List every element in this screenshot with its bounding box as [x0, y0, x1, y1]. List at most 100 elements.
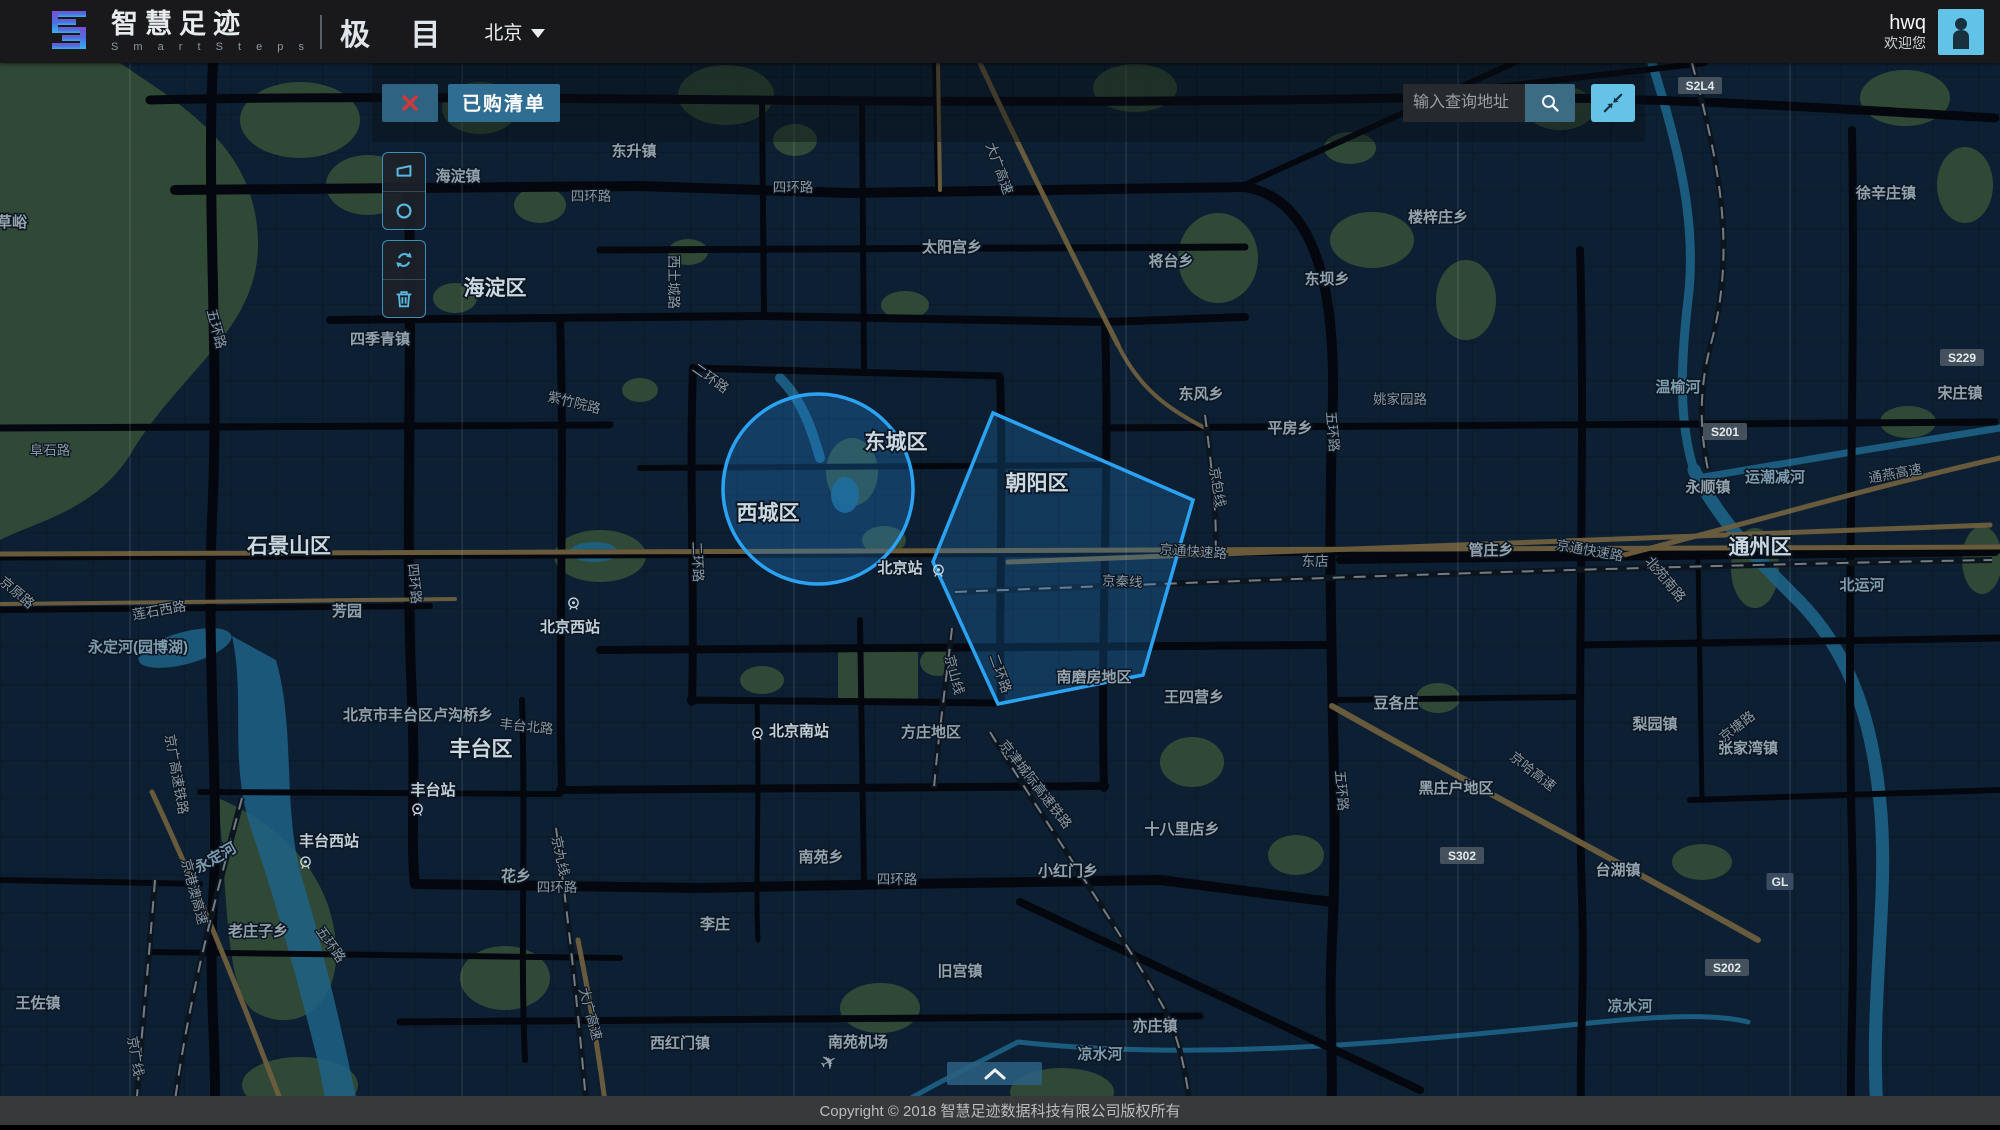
- footer: Copyright © 2018 智慧足迹数据科技有限公司版权所有: [0, 1096, 2000, 1125]
- draw-polygon-button[interactable]: [383, 153, 425, 191]
- map-label: 凉水河: [1607, 997, 1652, 1015]
- map-label: 四季青镇: [350, 330, 410, 348]
- polygon-draw-icon: [393, 161, 415, 183]
- map-label: 老庄子乡: [227, 922, 288, 940]
- road-badge: GL: [1767, 873, 1794, 890]
- circle-selection[interactable]: [723, 394, 913, 584]
- search-button[interactable]: [1525, 84, 1575, 122]
- map-label: 楼梓庄乡: [1408, 208, 1468, 226]
- product-title: 极 目: [340, 10, 456, 54]
- map-label: 二环路: [689, 541, 705, 582]
- expand-bottom-panel-button[interactable]: [947, 1062, 1042, 1085]
- map-label: 东风乡: [1178, 385, 1223, 403]
- map-label: 温榆河: [1655, 378, 1700, 396]
- road-badge: S2L4: [1678, 77, 1722, 94]
- smartsteps-logo-icon: [45, 8, 93, 56]
- map-label: 丰台站: [410, 781, 455, 799]
- trash-icon: [393, 288, 415, 310]
- draw-circle-button[interactable]: [383, 191, 425, 229]
- brand-name-cn: 智慧足迹: [111, 11, 310, 38]
- map-label: 豆各庄: [1373, 694, 1418, 712]
- map-label: 太阳宫乡: [922, 238, 982, 256]
- purchased-list-button[interactable]: 已购清单: [448, 84, 560, 122]
- map-label: 北京市丰台区卢沟桥乡: [343, 706, 493, 724]
- refresh-icon: [393, 249, 415, 271]
- search-icon: [1540, 93, 1560, 113]
- svg-text:S2L4: S2L4: [1686, 79, 1715, 93]
- map-label: 南苑机场: [828, 1033, 888, 1051]
- map-toolbar-panel: 已购清单: [372, 63, 1645, 142]
- svg-text:S202: S202: [1713, 961, 1741, 975]
- map-label: 丰台西站: [299, 832, 359, 850]
- map-label: 北京西站: [540, 618, 600, 636]
- map-label: 草峪: [0, 213, 28, 231]
- svg-text:S229: S229: [1948, 351, 1976, 365]
- map-label: 四环路: [537, 880, 578, 895]
- map-label: 东城区: [865, 430, 928, 454]
- circle-draw-icon: [393, 200, 415, 222]
- navbar: 智慧足迹 S m a r t S t e p s 极 目 北京 hwq 欢迎您: [0, 0, 2000, 63]
- brand-name-en: S m a r t S t e p s: [111, 41, 310, 53]
- map-label: 西土城路: [666, 255, 681, 309]
- map-label: 李庄: [699, 915, 730, 933]
- map-label: 方庄地区: [901, 723, 961, 741]
- map-label: 南磨房地区: [1056, 668, 1131, 686]
- map-label: 王佐镇: [15, 994, 60, 1012]
- map-label: 石景山区: [246, 535, 331, 558]
- map-label: 北运河: [1839, 576, 1884, 594]
- chevron-down-icon: [531, 29, 545, 38]
- map-label: 管庄乡: [1468, 541, 1513, 559]
- search-group: [1403, 84, 1635, 122]
- map-label: 花乡: [501, 867, 531, 885]
- city-selector[interactable]: 北京: [484, 18, 545, 45]
- map-label: 朝阳区: [1006, 471, 1069, 495]
- welcome-text: 欢迎您: [1884, 34, 1926, 52]
- map-label: 宋庄镇: [1936, 384, 1982, 402]
- map-label: 黑庄户地区: [1418, 779, 1493, 797]
- map-label: 北京南站: [769, 722, 829, 740]
- search-input[interactable]: [1403, 84, 1525, 122]
- map-label: 北京站: [877, 559, 922, 577]
- map-label: 东店: [1302, 554, 1329, 569]
- map-label: 旧宫镇: [937, 962, 982, 980]
- map-label: 平房乡: [1267, 419, 1312, 437]
- map-label: 南苑乡: [798, 848, 843, 866]
- close-icon: [401, 94, 419, 112]
- map-label: 四环路: [571, 189, 612, 204]
- map-label: 亦庄镇: [1132, 1017, 1177, 1035]
- map-label: 通州区: [1729, 536, 1792, 559]
- draw-tools-group: [382, 152, 426, 230]
- map-label: 台湖镇: [1595, 861, 1640, 879]
- map-label: 运潮减河: [1745, 468, 1805, 486]
- map-label: 四环路: [877, 872, 918, 887]
- user-info: hwq 欢迎您: [1884, 12, 1926, 52]
- map-label: 西红门镇: [650, 1034, 710, 1052]
- road-badge: S302: [1440, 847, 1484, 864]
- map-label: 将台乡: [1148, 252, 1193, 270]
- copyright-text: Copyright © 2018 智慧足迹数据科技有限公司版权所有: [819, 1100, 1180, 1121]
- map-label: 永定河(园博湖): [87, 638, 188, 656]
- map-label: 小红门乡: [1038, 862, 1098, 880]
- close-panel-button[interactable]: [382, 84, 438, 122]
- map-label: 十八里店乡: [1144, 820, 1219, 838]
- refresh-button[interactable]: [383, 241, 425, 279]
- svg-text:S302: S302: [1448, 849, 1476, 863]
- map-label: 四环路: [773, 180, 814, 195]
- map-label: 王四营乡: [1164, 688, 1224, 706]
- map-label: 东升镇: [611, 142, 656, 160]
- map-label: 芳园: [332, 602, 362, 620]
- person-icon: [1946, 15, 1976, 49]
- chevron-up-icon: [984, 1068, 1006, 1080]
- map-label: 梨园镇: [1631, 715, 1677, 733]
- map-canvas[interactable]: ✈S2L4S201S229S302S202GL海淀区石景山区西城区东城区朝阳区丰…: [0, 0, 2000, 1125]
- map-label: 京秦线: [1102, 573, 1143, 590]
- delete-shapes-button[interactable]: [383, 279, 425, 317]
- road-badge: S229: [1940, 349, 1984, 366]
- city-name: 北京: [484, 18, 522, 45]
- brand-divider: [320, 15, 322, 49]
- user-avatar[interactable]: [1938, 9, 1984, 55]
- map-label: 凉水河: [1077, 1045, 1122, 1063]
- username: hwq: [1884, 12, 1926, 34]
- collapse-map-button[interactable]: [1591, 84, 1635, 122]
- map-label: 丰台区: [450, 737, 513, 761]
